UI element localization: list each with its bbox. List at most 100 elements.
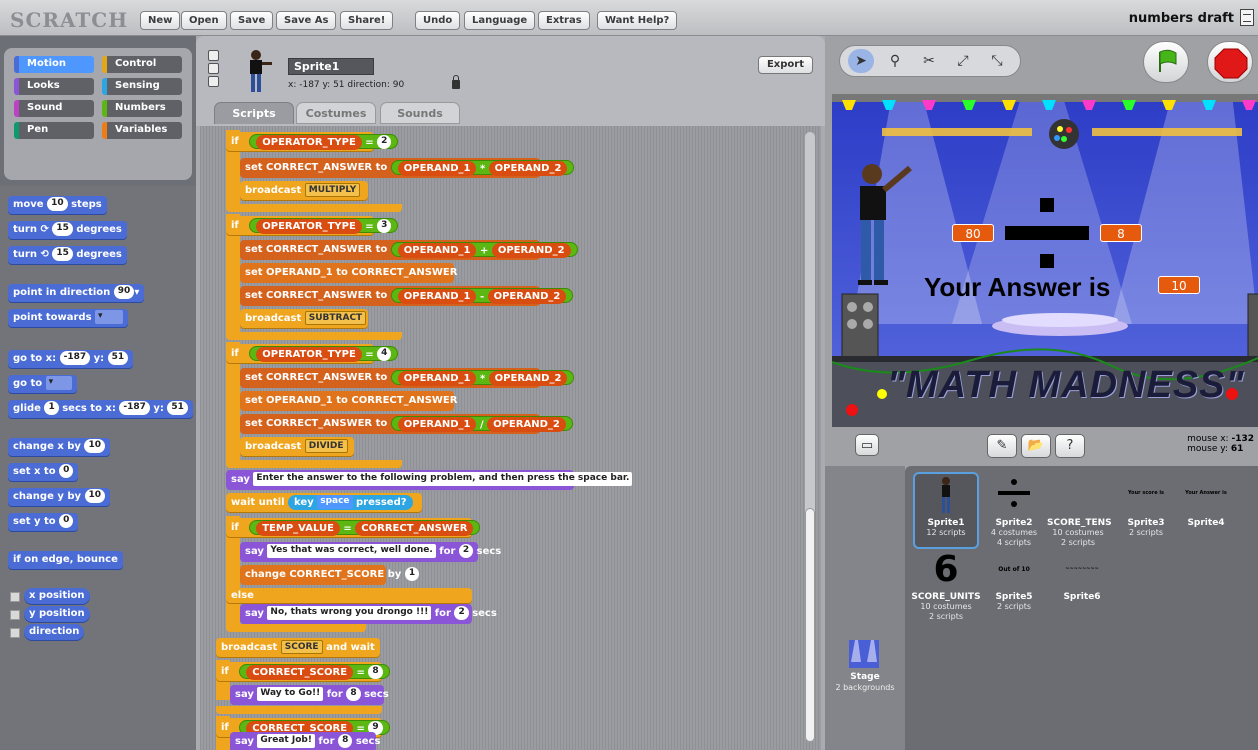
stop-button[interactable] bbox=[1207, 41, 1253, 83]
category-variables[interactable]: Variables bbox=[102, 122, 182, 139]
stage-selector[interactable]: Stage 2 backgrounds bbox=[825, 466, 905, 750]
set-block[interactable]: set OPERAND_1 to CORRECT_ANSWER bbox=[240, 263, 457, 283]
say-for-block[interactable]: say Yes that was correct, well done. for… bbox=[240, 542, 501, 562]
cut-tool-icon[interactable]: ✂ bbox=[916, 49, 942, 73]
turn-cw-block[interactable]: turn ⟳ 15 degrees bbox=[8, 221, 127, 239]
left-right-icon[interactable] bbox=[208, 63, 219, 74]
language-button[interactable]: Language bbox=[464, 11, 536, 30]
tab-scripts[interactable]: Scripts bbox=[214, 102, 294, 124]
category-sensing[interactable]: Sensing bbox=[102, 78, 182, 95]
say-for-block[interactable]: say No, thats wrong you drongo !!! for 2… bbox=[240, 604, 497, 624]
x-position-reporter[interactable]: x position bbox=[24, 588, 90, 604]
save-as-button[interactable]: Save As bbox=[276, 11, 337, 30]
grow-tool-icon[interactable]: ⤢ bbox=[950, 49, 976, 73]
scratch-logo[interactable]: SCRATCH bbox=[10, 8, 128, 32]
y-position-reporter[interactable]: y position bbox=[24, 606, 90, 622]
change-score-block[interactable]: change CORRECT_SCORE by 1 bbox=[240, 565, 420, 585]
if-else-block[interactable]: if TEMP_VALUE = CORRECT_ANSWER bbox=[226, 518, 481, 538]
set-block[interactable]: set CORRECT_ANSWER to OPERAND_1 / OPERAN… bbox=[240, 414, 573, 434]
presentation-mode-icon[interactable]: ▭ bbox=[855, 434, 879, 456]
set-block[interactable]: set CORRECT_ANSWER to OPERAND_1 - OPERAN… bbox=[240, 286, 574, 306]
sprite-tile-score-units[interactable]: 6 SCORE_UNITS 10 costumes 2 scripts bbox=[911, 550, 981, 622]
goto-dropdown[interactable]: ▾ bbox=[45, 376, 72, 390]
bounce-block[interactable]: if on edge, bounce bbox=[8, 551, 123, 569]
x-position-checkbox[interactable] bbox=[10, 592, 20, 602]
if-block[interactable]: if CORRECT_SCORE = 8 bbox=[216, 662, 390, 682]
choose-sprite-file-icon[interactable]: 📂 bbox=[1021, 434, 1051, 458]
if-block[interactable]: if OPERATOR_TYPE = 2 bbox=[226, 132, 399, 152]
y-position-checkbox[interactable] bbox=[10, 610, 20, 620]
save-button[interactable]: Save bbox=[230, 11, 274, 30]
move-steps-block[interactable]: move 10 steps bbox=[8, 196, 107, 214]
category-pen[interactable]: Pen bbox=[14, 122, 94, 139]
broadcast-block[interactable]: broadcast SUBTRACT bbox=[240, 309, 368, 329]
no-rotate-icon[interactable] bbox=[208, 76, 219, 87]
stage-canvas[interactable]: 80 8 Your Answer is 10 "MATH MADNESS" bbox=[832, 94, 1258, 427]
broadcast-block[interactable]: broadcast MULTIPLY bbox=[240, 181, 368, 201]
lock-icon[interactable] bbox=[452, 75, 460, 89]
set-block[interactable]: set CORRECT_ANSWER to OPERAND_1 * OPERAN… bbox=[240, 368, 575, 388]
sprite-tile-score-tens[interactable]: SCORE_TENS 10 costumes 2 scripts bbox=[1047, 476, 1112, 548]
sprite-tile-sprite1[interactable]: Sprite1 12 scripts bbox=[915, 476, 977, 538]
duplicate-tool-icon[interactable]: ⚲ bbox=[882, 49, 908, 73]
broadcast-block[interactable]: broadcast DIVIDE bbox=[240, 437, 354, 457]
go-to-xy-block[interactable]: go to x: -187 y: 51 bbox=[8, 350, 134, 368]
share-button[interactable]: Share! bbox=[340, 11, 394, 30]
pointer-tool-icon[interactable]: ➤ bbox=[848, 49, 874, 73]
operand-1-monitor[interactable]: 80 bbox=[952, 224, 994, 242]
category-control[interactable]: Control bbox=[102, 56, 182, 73]
category-sound[interactable]: Sound bbox=[14, 100, 94, 117]
point-towards-block[interactable]: point towards ▾ bbox=[8, 309, 128, 327]
sprite-tile-sprite2[interactable]: Sprite2 4 costumes 4 scripts bbox=[983, 476, 1045, 548]
broadcast-and-wait-block[interactable]: broadcast SCORE and wait bbox=[216, 638, 380, 658]
new-button[interactable]: New bbox=[140, 11, 181, 30]
if-block[interactable]: if OPERATOR_TYPE = 4 bbox=[226, 344, 399, 364]
say-block[interactable]: say Enter the answer to the following pr… bbox=[226, 470, 633, 490]
scrollbar-thumb[interactable] bbox=[805, 508, 815, 742]
set-block[interactable]: set CORRECT_ANSWER to OPERAND_1 * OPERAN… bbox=[240, 158, 575, 178]
scripts-scrollbar[interactable] bbox=[805, 132, 815, 742]
rotate-all-icon[interactable] bbox=[208, 50, 219, 61]
random-sprite-icon[interactable]: ? bbox=[1055, 434, 1085, 458]
category-looks[interactable]: Looks bbox=[14, 78, 94, 95]
wait-until-block[interactable]: wait until key space pressed? bbox=[226, 493, 422, 513]
if-block[interactable]: if OPERATOR_TYPE = 3 bbox=[226, 216, 399, 236]
say-for-block[interactable]: say Great Job! for 8 secs bbox=[230, 732, 380, 750]
mouse-coordinates: mouse x: -132 mouse y: 61 bbox=[1187, 434, 1254, 454]
export-button[interactable]: Export bbox=[757, 56, 813, 74]
say-for-block[interactable]: say Way to Go!! for 8 secs bbox=[230, 685, 389, 705]
scripts-area[interactable]: if OPERATOR_TYPE = 2 set CORRECT_ANSWER … bbox=[200, 126, 821, 750]
want-help-button[interactable]: Want Help? bbox=[597, 11, 678, 30]
extras-button[interactable]: Extras bbox=[538, 11, 590, 30]
turn-ccw-block[interactable]: turn ⟲ 15 degrees bbox=[8, 246, 127, 264]
category-numbers[interactable]: Numbers bbox=[102, 100, 182, 117]
answer-monitor[interactable]: 10 bbox=[1158, 276, 1200, 294]
sprite-tile-sprite4[interactable]: Your Answer is Sprite4 bbox=[1175, 476, 1237, 528]
project-notes-icon[interactable] bbox=[1240, 9, 1254, 26]
operand-2-monitor[interactable]: 8 bbox=[1100, 224, 1142, 242]
direction-checkbox[interactable] bbox=[10, 628, 20, 638]
change-x-block[interactable]: change x by 10 bbox=[8, 438, 110, 456]
set-y-block[interactable]: set y to 0 bbox=[8, 513, 79, 531]
set-block[interactable]: set CORRECT_ANSWER to OPERAND_1 + OPERAN… bbox=[240, 240, 578, 260]
set-block[interactable]: set OPERAND_1 to CORRECT_ANSWER bbox=[240, 391, 457, 411]
shrink-tool-icon[interactable]: ⤡ bbox=[984, 49, 1010, 73]
direction-reporter[interactable]: direction bbox=[24, 624, 85, 640]
tab-costumes[interactable]: Costumes bbox=[296, 102, 376, 124]
change-y-block[interactable]: change y by 10 bbox=[8, 488, 111, 506]
tab-sounds[interactable]: Sounds bbox=[380, 102, 460, 124]
undo-button[interactable]: Undo bbox=[415, 11, 461, 30]
set-x-block[interactable]: set x to 0 bbox=[8, 463, 79, 481]
sprite-tile-sprite3[interactable]: Your score is Sprite3 2 scripts bbox=[1115, 476, 1177, 538]
sprite-tile-sprite6[interactable]: ~~~~~~~~ Sprite6 bbox=[1051, 550, 1113, 602]
point-in-direction-block[interactable]: point in direction 90 ▾ bbox=[8, 284, 145, 302]
glide-block[interactable]: glide 1 secs to x: -187 y: 51 bbox=[8, 400, 193, 418]
sprite-tile-sprite5[interactable]: Out of 10 Sprite5 2 scripts bbox=[983, 550, 1045, 612]
category-motion[interactable]: Motion bbox=[14, 56, 94, 73]
green-flag-button[interactable] bbox=[1143, 41, 1189, 83]
towards-dropdown[interactable]: ▾ bbox=[95, 310, 123, 324]
paint-new-sprite-icon[interactable]: ✎ bbox=[987, 434, 1017, 458]
open-button[interactable]: Open bbox=[181, 11, 227, 30]
sprite-name-field[interactable]: Sprite1 bbox=[288, 58, 374, 75]
go-to-block[interactable]: go to ▾ bbox=[8, 375, 77, 393]
